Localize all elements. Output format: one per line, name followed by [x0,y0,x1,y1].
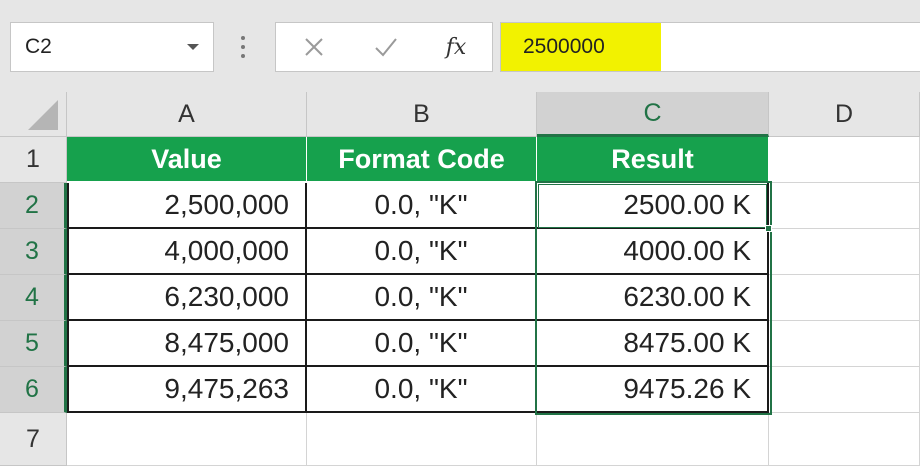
x-icon[interactable] [284,23,344,71]
cell-a7[interactable] [67,413,307,466]
checkmark-icon[interactable] [356,23,416,71]
column-header-c[interactable]: C [537,92,769,137]
cell-d6[interactable] [769,367,920,413]
row-header-3[interactable]: 3 [0,229,67,275]
vertical-dots-icon[interactable] [236,34,250,60]
row-header-5[interactable]: 5 [0,321,67,367]
table-header-result[interactable]: Result [537,137,769,183]
column-header-d[interactable]: D [769,92,920,137]
formula-input[interactable]: 2500000 [500,22,920,72]
table-cell[interactable]: 2,500,000 [67,183,307,229]
cell-d1[interactable] [769,137,920,183]
column-header-b[interactable]: B [307,92,537,137]
fill-handle[interactable] [765,225,772,232]
spreadsheet-grid: A B C D 1 2 3 4 5 6 7 Value Format Code … [0,92,920,466]
table-cell-result[interactable]: 4000.00 K [537,229,769,275]
row-header-6[interactable]: 6 [0,367,67,413]
name-box-value: C2 [25,35,52,58]
table-cell[interactable]: 0.0, "K" [307,183,537,229]
table-cell-result[interactable]: 8475.00 K [537,321,769,367]
cell-d5[interactable] [769,321,920,367]
cell-d7[interactable] [769,413,920,466]
formula-buttons: fx [275,22,493,72]
cell-d3[interactable] [769,229,920,275]
cell-d2[interactable] [769,183,920,229]
select-all-corner[interactable] [0,92,67,137]
column-header-a[interactable]: A [67,92,307,137]
name-box[interactable]: C2 [10,22,214,72]
cell-c7[interactable] [537,413,769,466]
row-header-2[interactable]: 2 [0,183,67,229]
table-header-format-code[interactable]: Format Code [307,137,537,183]
table-cell[interactable]: 0.0, "K" [307,275,537,321]
cell-b7[interactable] [307,413,537,466]
table-cell[interactable]: 4,000,000 [67,229,307,275]
table-cell[interactable]: 9,475,263 [67,367,307,413]
row-header-1[interactable]: 1 [0,137,67,183]
table-cell-result[interactable]: 9475.26 K [537,367,769,413]
table-header-value[interactable]: Value [67,137,307,183]
table-cell-result[interactable]: 6230.00 K [537,275,769,321]
formula-bar-area: C2 fx 2500000 [0,0,920,92]
table-cell[interactable]: 0.0, "K" [307,321,537,367]
row-header-4[interactable]: 4 [0,275,67,321]
row-header-7[interactable]: 7 [0,413,67,466]
table-cell[interactable]: 6,230,000 [67,275,307,321]
formula-value: 2500000 [501,23,661,71]
table-cell[interactable]: 0.0, "K" [307,229,537,275]
chevron-down-icon[interactable] [173,43,213,52]
table-cell-result[interactable]: 2500.00 K [537,183,769,229]
fx-icon[interactable]: fx [426,23,486,71]
cell-d4[interactable] [769,275,920,321]
table-cell[interactable]: 0.0, "K" [307,367,537,413]
table-cell[interactable]: 8,475,000 [67,321,307,367]
